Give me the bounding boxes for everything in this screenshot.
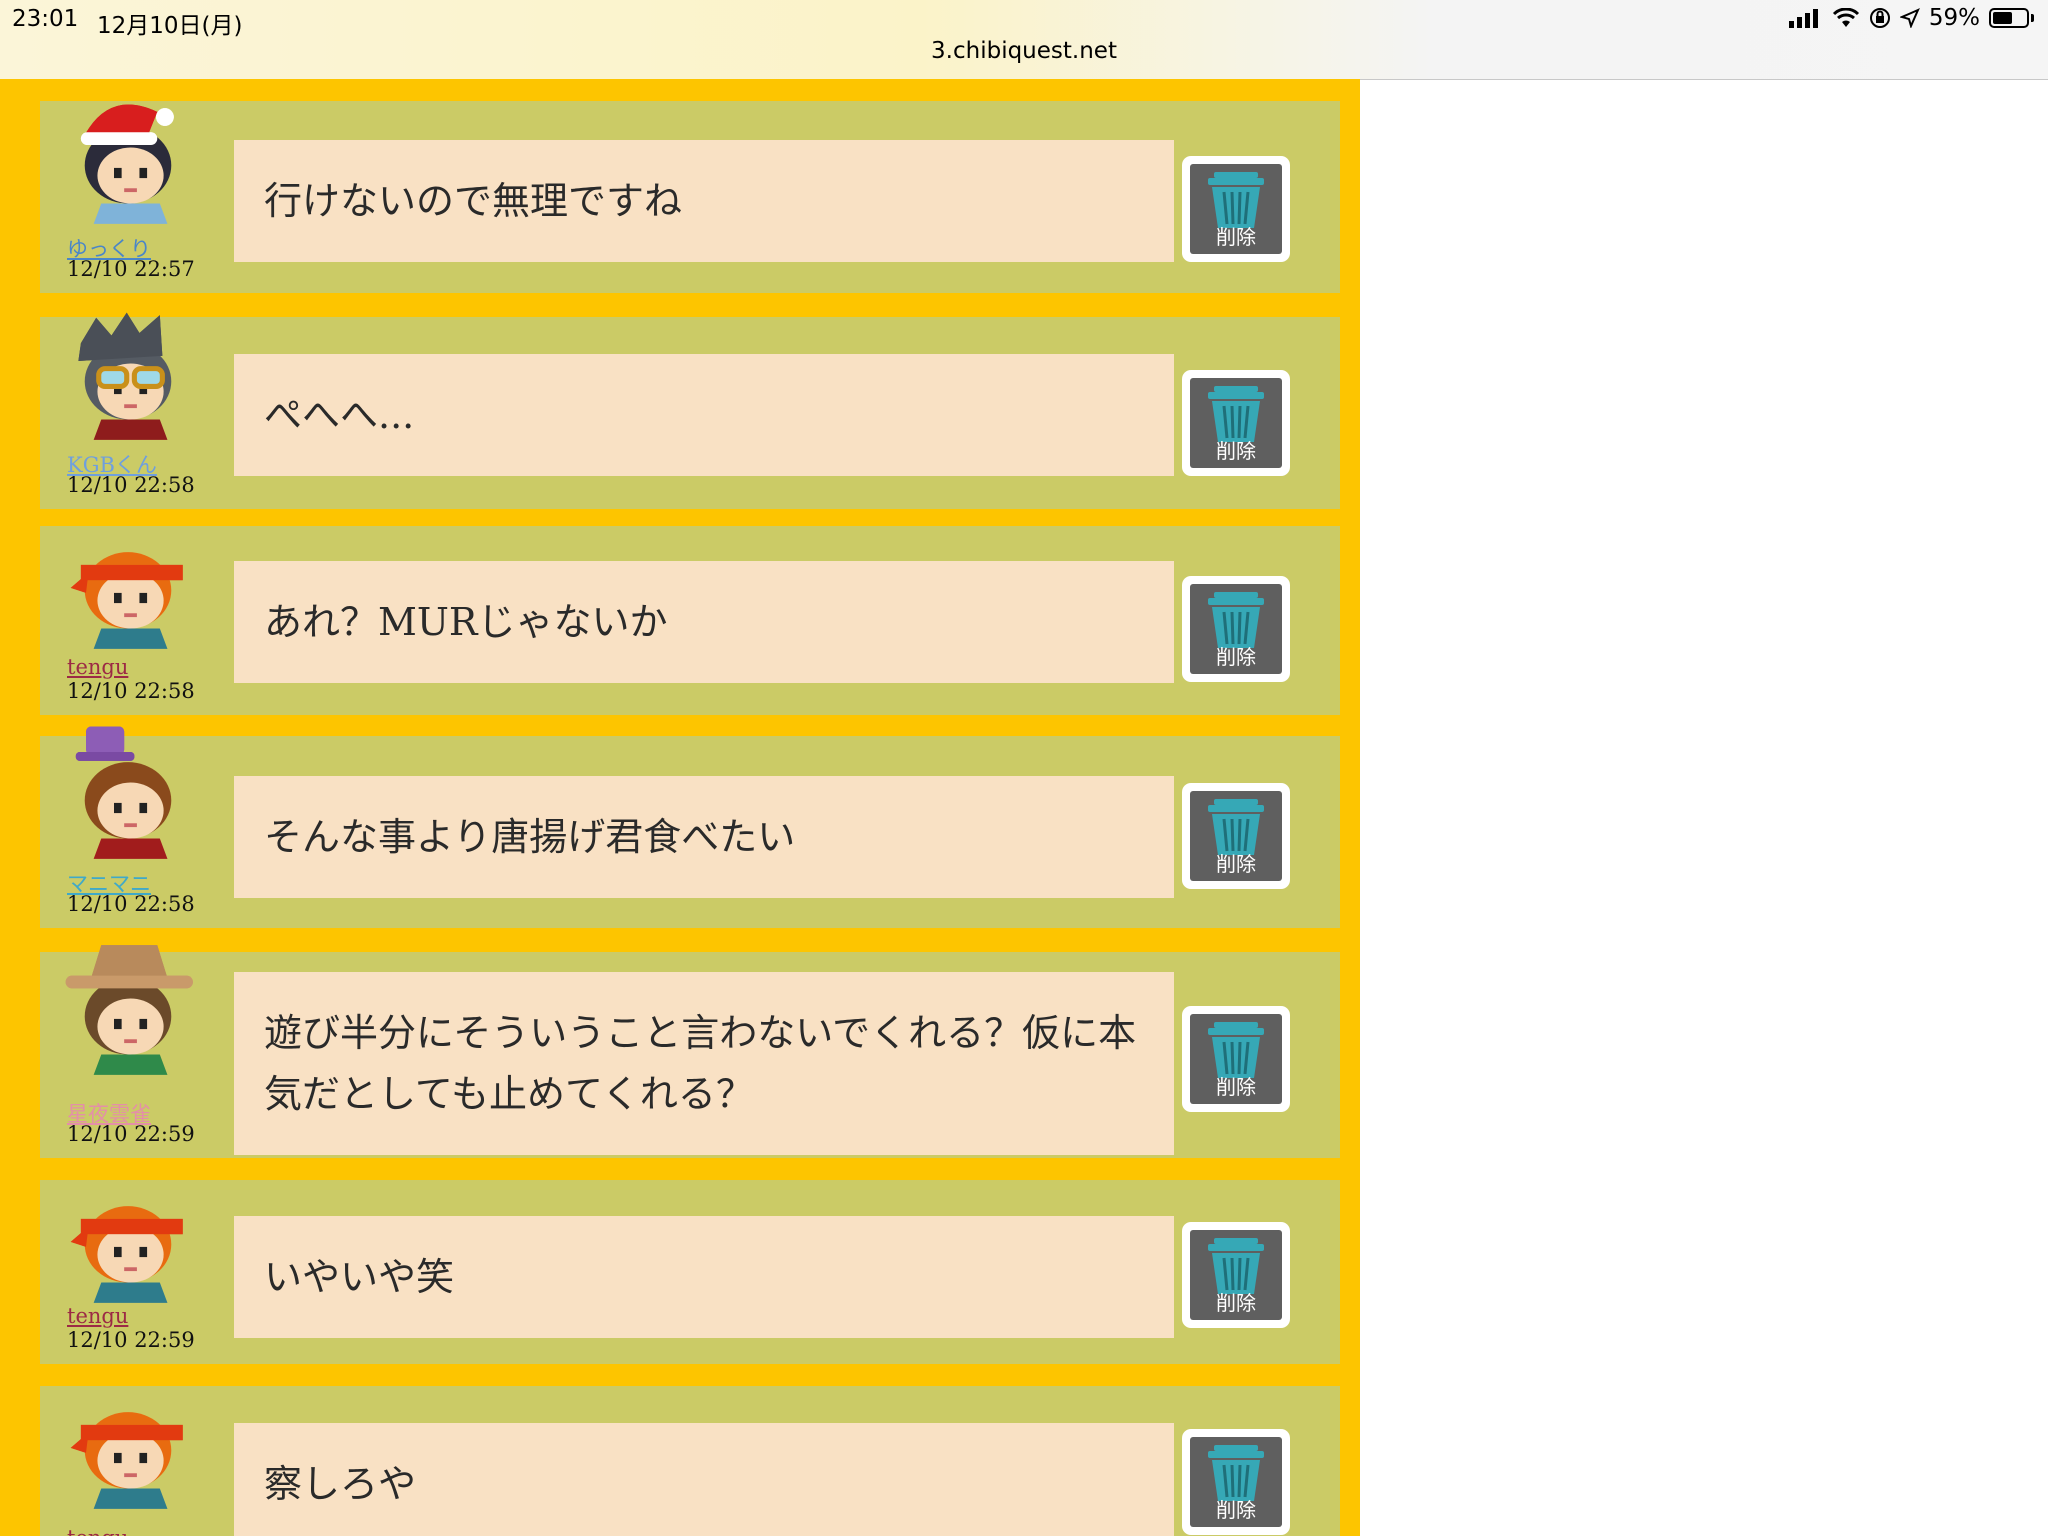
message-bubble: ぺへへ...: [234, 354, 1174, 476]
chat-panel[interactable]: ゆっくり 12/10 22:57 行けないので無理ですね 削除 KGBくん 12/10 2…: [0, 79, 1360, 1536]
orange-bandana-avatar: [70, 1412, 183, 1509]
delete-button-face: 削除: [1190, 164, 1282, 254]
message-row: ゆっくり 12/10 22:57 行けないので無理ですね 削除: [40, 101, 1340, 293]
message-row: マニマニ 12/10 22:58 そんな事より唐揚げ君食べたい 削除: [40, 726, 1340, 928]
username-link[interactable]: tengu: [67, 1526, 128, 1536]
delete-button[interactable]: 削除: [1182, 1222, 1290, 1328]
message-bubble: あれ？MURじゃないか: [234, 561, 1174, 683]
delete-button-face: 削除: [1190, 1014, 1282, 1104]
status-time: 23:01: [12, 6, 79, 32]
battery-icon: [1989, 8, 2029, 28]
delete-label: 削除: [1216, 852, 1256, 876]
message-timestamp: 12/10 22:59: [67, 1122, 195, 1146]
delete-label: 削除: [1216, 1498, 1256, 1522]
rotation-lock-icon: [1869, 8, 1890, 28]
delete-button[interactable]: 削除: [1182, 576, 1290, 682]
location-arrow-icon: [1899, 8, 1920, 28]
message-timestamp: 12/10 22:59: [67, 1328, 195, 1352]
message-bubble: いやいや笑: [234, 1216, 1174, 1338]
message-timestamp: 12/10 22:57: [67, 257, 195, 281]
address-bar-url[interactable]: 3.chibiquest.net: [0, 38, 2048, 64]
message-row: tengu 12/10 22:59 いやいや笑削除: [40, 1180, 1340, 1364]
status-date: 12月10日(月): [97, 13, 243, 39]
signal-icon: [1788, 9, 1818, 28]
goggles-avatar: [78, 312, 172, 440]
status-icons: 59%: [1788, 5, 2034, 31]
message-bubble: 行けないので無理ですね: [234, 140, 1174, 262]
avatar[interactable]: [58, 89, 198, 229]
avatar[interactable]: [58, 514, 198, 654]
message-timestamp: 12/10 22:58: [67, 892, 195, 916]
avatar[interactable]: [58, 724, 198, 864]
delete-button-face: 削除: [1190, 791, 1282, 881]
delete-button-face: 削除: [1190, 1437, 1282, 1527]
battery-percent: 59%: [1928, 5, 1980, 31]
avatar[interactable]: [58, 305, 198, 445]
delete-label: 削除: [1216, 225, 1256, 249]
delete-label: 削除: [1216, 645, 1256, 669]
wifi-icon: [1832, 8, 1859, 27]
delete-button-face: 削除: [1190, 378, 1282, 468]
delete-label: 削除: [1216, 1291, 1256, 1315]
message-bubble: そんな事より唐揚げ君食べたい: [234, 776, 1174, 898]
delete-button[interactable]: 削除: [1182, 156, 1290, 262]
delete-button[interactable]: 削除: [1182, 783, 1290, 889]
avatar[interactable]: [58, 1374, 198, 1514]
username-link[interactable]: tengu: [67, 1304, 128, 1328]
avatar[interactable]: [58, 940, 198, 1080]
delete-button[interactable]: 削除: [1182, 370, 1290, 476]
delete-label: 削除: [1216, 439, 1256, 463]
message-row: KGBくん 12/10 22:58 ぺへへ... 削除: [40, 312, 1340, 509]
cowboy-hat-avatar: [65, 945, 193, 1075]
top-hat-avatar: [75, 726, 172, 859]
delete-button[interactable]: 削除: [1182, 1006, 1290, 1112]
message-bubble: 察しろや: [234, 1423, 1174, 1536]
orange-bandana-avatar: [70, 552, 183, 649]
delete-button[interactable]: 削除: [1182, 1429, 1290, 1535]
orange-bandana-avatar: [70, 1206, 183, 1303]
message-row: tengu 12/10 22:58 あれ？MURじゃないか削除: [40, 526, 1340, 715]
delete-button-face: 削除: [1190, 584, 1282, 674]
message-timestamp: 12/10 22:58: [67, 679, 195, 703]
delete-button-face: 削除: [1190, 1230, 1282, 1320]
message-timestamp: 12/10 22:58: [67, 473, 195, 497]
username-link[interactable]: tengu: [67, 655, 128, 679]
delete-label: 削除: [1216, 1075, 1256, 1099]
status-bar: 23:01 12月10日(月) 3.chibiquest.net 59%: [0, 0, 2048, 80]
santa-hat-avatar: [80, 104, 174, 224]
message-row: tengu 察しろや削除: [40, 1386, 1340, 1536]
avatar[interactable]: [58, 1168, 198, 1308]
message-bubble: 遊び半分にそういうこと言わないでくれる？仮に本気だとしても止めてくれる？: [234, 972, 1174, 1155]
message-row: 星夜雲雀 12/10 22:59 遊び半分にそういうこと言わないでくれる？仮に本気だ…: [40, 945, 1340, 1158]
